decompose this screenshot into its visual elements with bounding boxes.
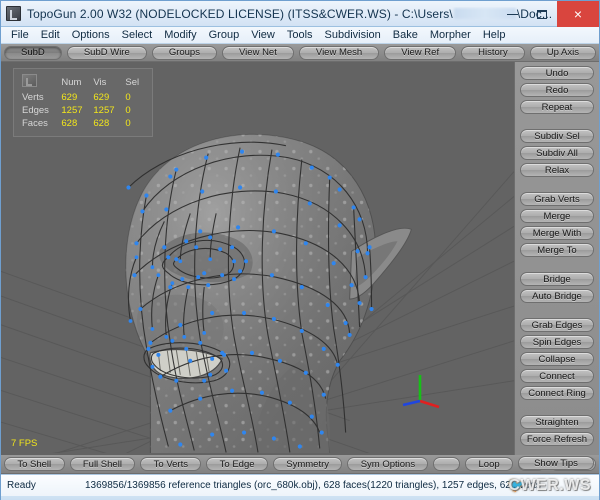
to-edge-button[interactable]: To Edge xyxy=(206,457,268,471)
full-shell-button[interactable]: Full Shell xyxy=(70,457,136,471)
faces-sel: 0 xyxy=(123,117,146,130)
menu-group[interactable]: Group xyxy=(203,27,246,43)
tab-subd[interactable]: SubD xyxy=(4,46,62,60)
maximize-button[interactable] xyxy=(527,1,557,27)
app-logo-icon xyxy=(6,6,21,21)
table-row: Verts 629 629 0 xyxy=(20,91,146,104)
window-bottom-edge xyxy=(1,496,599,500)
menu-bar: File Edit Options Select Modify Group Vi… xyxy=(1,27,599,44)
axis-gizmo-icon xyxy=(396,367,442,409)
row-label-verts: Verts xyxy=(20,91,59,104)
minimize-icon xyxy=(507,14,518,15)
topogun-logo-icon xyxy=(22,74,37,87)
table-row: Edges 1257 1257 0 xyxy=(20,104,146,117)
redo-button[interactable]: Redo xyxy=(520,83,594,97)
faces-vis: 628 xyxy=(91,117,123,130)
sidebar-divider xyxy=(520,117,594,126)
relax-button[interactable]: Relax xyxy=(520,163,594,177)
tab-up-axis[interactable]: Up Axis xyxy=(530,46,596,60)
merge-button[interactable]: Merge xyxy=(520,209,594,223)
merge-with-button[interactable]: Merge With xyxy=(520,226,594,240)
menu-bake[interactable]: Bake xyxy=(387,27,424,43)
tab-view-mesh[interactable]: View Mesh xyxy=(299,46,379,60)
bottom-toolbar: To Shell Full Shell To Verts To Edge Sym… xyxy=(1,455,599,474)
edges-vis: 1257 xyxy=(91,104,123,117)
menu-morpher[interactable]: Morpher xyxy=(424,27,477,43)
spin-edges-button[interactable]: Spin Edges xyxy=(520,335,594,349)
verts-num: 629 xyxy=(59,91,91,104)
subdiv-all-button[interactable]: Subdiv All xyxy=(520,146,594,160)
grab-edges-button[interactable]: Grab Edges xyxy=(520,318,594,332)
status-bar: Ready 1369856/1369856 reference triangle… xyxy=(1,474,599,496)
mesh-stats-panel: Num Vis Sel Verts 629 629 0 Edges 1257 1… xyxy=(13,68,153,137)
force-refresh-button[interactable]: Force Refresh xyxy=(520,432,594,446)
viewport-3d[interactable]: Num Vis Sel Verts 629 629 0 Edges 1257 1… xyxy=(1,62,514,455)
col-header-sel: Sel xyxy=(123,73,146,91)
grab-verts-button[interactable]: Grab Verts xyxy=(520,192,594,206)
col-header-vis: Vis xyxy=(91,73,123,91)
status-ready-label: Ready xyxy=(7,480,85,491)
auto-bridge-button[interactable]: Auto Bridge xyxy=(520,289,594,303)
tab-history[interactable]: History xyxy=(461,46,525,60)
menu-help[interactable]: Help xyxy=(477,27,512,43)
connect-ring-button[interactable]: Connect Ring xyxy=(520,386,594,400)
tab-subd-wire[interactable]: SubD Wire xyxy=(67,46,147,60)
tools-sidebar: Undo Redo Repeat Subdiv Sel Subdiv All R… xyxy=(514,62,599,455)
tab-view-net[interactable]: View Net xyxy=(222,46,294,60)
verts-sel: 0 xyxy=(123,91,146,104)
menu-options[interactable]: Options xyxy=(66,27,116,43)
bridge-button[interactable]: Bridge xyxy=(520,272,594,286)
row-label-edges: Edges xyxy=(20,104,59,117)
sidebar-divider xyxy=(520,403,594,412)
sidebar-divider xyxy=(520,180,594,189)
edges-sel: 0 xyxy=(123,104,146,117)
undo-button[interactable]: Undo xyxy=(520,66,594,80)
topogun-window: TopoGun 2.00 W32 (NODELOCKED LICENSE) (I… xyxy=(0,0,600,500)
spacer-button-1[interactable] xyxy=(433,457,460,471)
table-header-row: Num Vis Sel xyxy=(20,73,146,91)
table-row: Faces 628 628 0 xyxy=(20,117,146,130)
status-info-text: 1369856/1369856 reference triangles (orc… xyxy=(85,480,541,491)
window-title: TopoGun 2.00 W32 (NODELOCKED LICENSE) (I… xyxy=(27,7,552,21)
tab-view-ref[interactable]: View Ref xyxy=(384,46,456,60)
menu-edit[interactable]: Edit xyxy=(35,27,66,43)
straighten-button[interactable]: Straighten xyxy=(520,415,594,429)
show-tips-button[interactable]: Show Tips xyxy=(518,456,594,470)
mesh-stats-table: Num Vis Sel Verts 629 629 0 Edges 1257 1… xyxy=(20,73,146,130)
menu-tools[interactable]: Tools xyxy=(281,27,319,43)
tab-groups[interactable]: Groups xyxy=(152,46,217,60)
merge-to-button[interactable]: Merge To xyxy=(520,243,594,257)
subdiv-sel-button[interactable]: Subdiv Sel xyxy=(520,129,594,143)
menu-view[interactable]: View xyxy=(245,27,281,43)
maximize-icon xyxy=(537,10,547,19)
menu-select[interactable]: Select xyxy=(116,27,159,43)
fps-counter: 7 FPS xyxy=(11,438,37,449)
main-area: Num Vis Sel Verts 629 629 0 Edges 1257 1… xyxy=(1,62,599,455)
row-label-faces: Faces xyxy=(20,117,59,130)
loop-button[interactable]: Loop xyxy=(465,457,513,471)
col-header-num: Num xyxy=(59,73,91,91)
sidebar-divider xyxy=(520,306,594,315)
menu-file[interactable]: File xyxy=(5,27,35,43)
edges-num: 1257 xyxy=(59,104,91,117)
menu-subdivision[interactable]: Subdivision xyxy=(319,27,387,43)
repeat-button[interactable]: Repeat xyxy=(520,100,594,114)
stats-icon-cell xyxy=(20,73,59,91)
window-controls: × xyxy=(497,1,599,27)
sym-options-button[interactable]: Sym Options xyxy=(347,457,428,471)
verts-vis: 629 xyxy=(91,91,123,104)
minimize-button[interactable] xyxy=(497,1,527,27)
menu-modify[interactable]: Modify xyxy=(158,27,202,43)
faces-num: 628 xyxy=(59,117,91,130)
symmetry-button[interactable]: Symmetry xyxy=(273,457,342,471)
to-verts-button[interactable]: To Verts xyxy=(140,457,201,471)
title-bar: TopoGun 2.00 W32 (NODELOCKED LICENSE) (I… xyxy=(1,1,599,27)
to-shell-button[interactable]: To Shell xyxy=(4,457,65,471)
window-title-prefix: TopoGun 2.00 W32 (NODELOCKED LICENSE) (I… xyxy=(27,7,453,21)
sidebar-divider xyxy=(520,260,594,269)
connect-button[interactable]: Connect xyxy=(520,369,594,383)
close-button[interactable]: × xyxy=(557,1,599,27)
collapse-button[interactable]: Collapse xyxy=(520,352,594,366)
top-toolbar: SubD SubD Wire Groups View Net View Mesh… xyxy=(1,44,599,62)
